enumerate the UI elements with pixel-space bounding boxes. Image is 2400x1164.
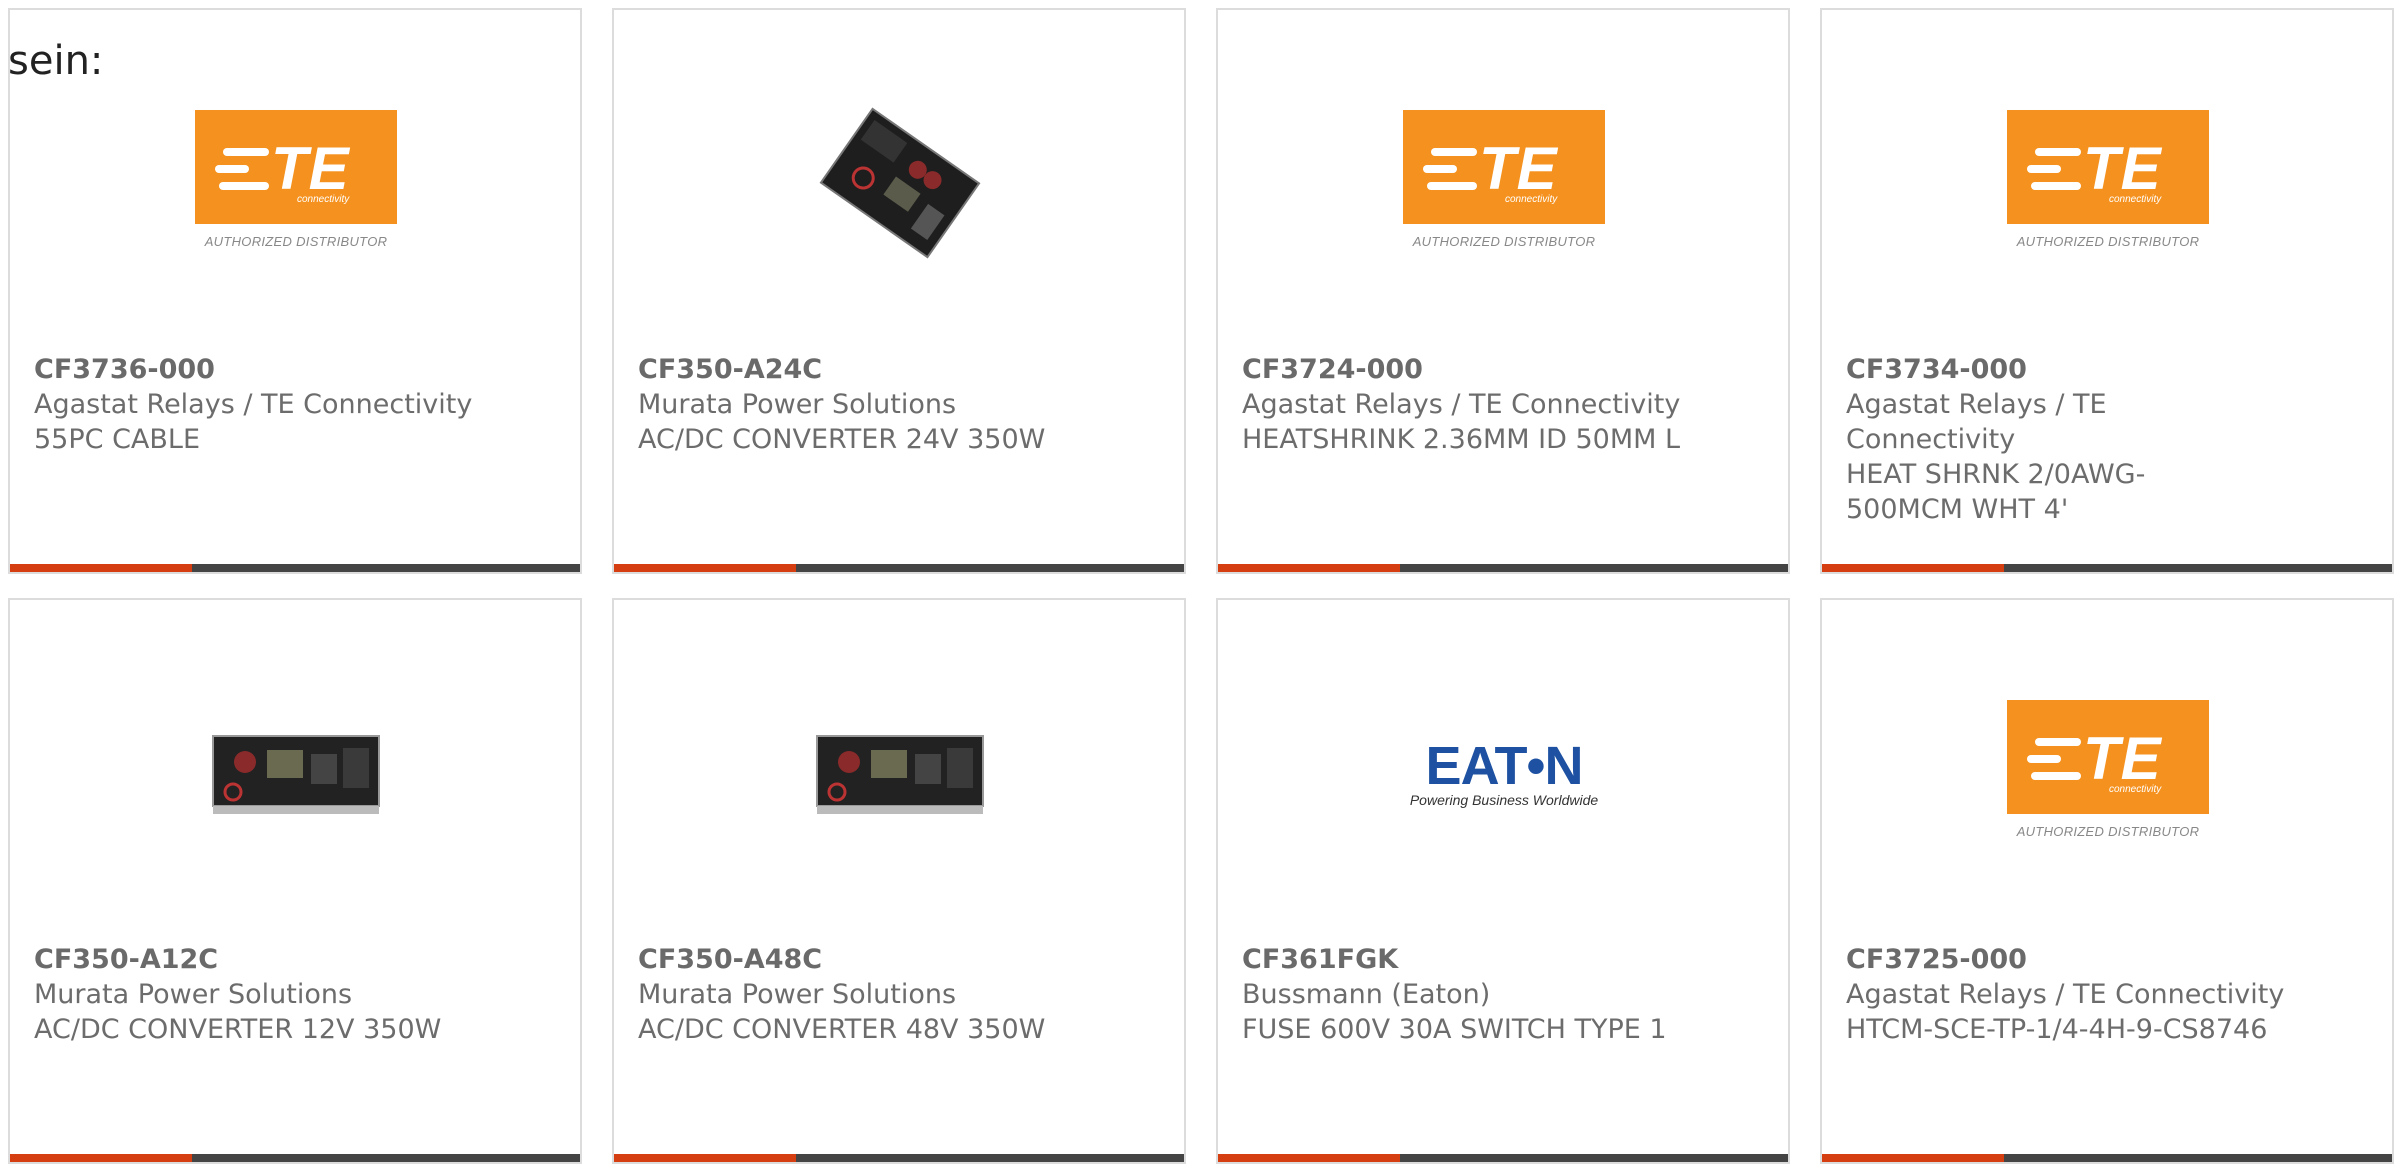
- product-card[interactable]: CF350-A48C Murata Power Solutions AC/DC …: [612, 598, 1186, 1164]
- power-supply-board-image: [797, 80, 1003, 286]
- product-card[interactable]: TE connectivity AUTHORIZED DISTRIBUTOR C…: [1820, 8, 2394, 574]
- description: HEAT SHRNK 2/0AWG-500MCM WHT 4': [1846, 459, 2146, 525]
- intro-text: sein:: [8, 38, 104, 84]
- product-grid: TE connectivity AUTHORIZED DISTRIBUTOR C…: [0, 0, 2400, 1164]
- manufacturer: Bussmann (Eaton): [1242, 979, 1491, 1010]
- description: AC/DC CONVERTER 24V 350W: [638, 424, 1046, 455]
- description: 55PC CABLE: [34, 424, 201, 455]
- part-number[interactable]: CF3724-000: [1242, 352, 1762, 387]
- eaton-logo: EAT•N Powering Business Worldwide: [1409, 736, 1599, 808]
- product-card[interactable]: TE connectivity AUTHORIZED DISTRIBUTOR C…: [8, 8, 582, 574]
- description: AC/DC CONVERTER 48V 350W: [638, 1014, 1046, 1045]
- manufacturer: Murata Power Solutions: [34, 979, 353, 1010]
- card-bottom-bar: [1822, 564, 2392, 572]
- card-bottom-bar: [10, 564, 580, 572]
- card-bottom-bar: [614, 564, 1184, 572]
- manufacturer: Agastat Relays / TE Connectivity: [34, 389, 473, 420]
- part-number[interactable]: CF350-A12C: [34, 942, 554, 977]
- product-card[interactable]: TE connectivity AUTHORIZED DISTRIBUTOR C…: [1820, 598, 2394, 1164]
- part-number[interactable]: CF361FGK: [1242, 942, 1762, 977]
- power-supply-board-image: [193, 670, 399, 876]
- part-number[interactable]: CF3725-000: [1846, 942, 2366, 977]
- product-card[interactable]: TE connectivity AUTHORIZED DISTRIBUTOR C…: [1216, 8, 1790, 574]
- part-number[interactable]: CF3734-000: [1846, 352, 2246, 387]
- te-connectivity-logo: TE connectivity AUTHORIZED DISTRIBUTOR: [2005, 80, 2211, 286]
- te-connectivity-logo: TE connectivity AUTHORIZED DISTRIBUTOR: [193, 80, 399, 286]
- card-bottom-bar: [1218, 564, 1788, 572]
- part-number[interactable]: CF350-A24C: [638, 352, 1158, 387]
- description: HEATSHRINK 2.36MM ID 50MM L: [1242, 424, 1681, 455]
- description: HTCM-SCE-TP-1/4-4H-9-CS8746: [1846, 1014, 2268, 1045]
- part-number[interactable]: CF3736-000: [34, 352, 554, 387]
- manufacturer: Agastat Relays / TE Connectivity: [1846, 979, 2285, 1010]
- te-connectivity-logo: TE connectivity AUTHORIZED DISTRIBUTOR: [2005, 670, 2211, 876]
- product-card[interactable]: CF350-A12C Murata Power Solutions AC/DC …: [8, 598, 582, 1164]
- manufacturer: Murata Power Solutions: [638, 389, 957, 420]
- manufacturer: Agastat Relays / TE Connectivity: [1846, 389, 2107, 455]
- description: FUSE 600V 30A SWITCH TYPE 1: [1242, 1014, 1667, 1045]
- product-card[interactable]: CF350-A24C Murata Power Solutions AC/DC …: [612, 8, 1186, 574]
- description: AC/DC CONVERTER 12V 350W: [34, 1014, 442, 1045]
- te-connectivity-logo: TE connectivity AUTHORIZED DISTRIBUTOR: [1401, 80, 1607, 286]
- manufacturer: Murata Power Solutions: [638, 979, 957, 1010]
- product-card[interactable]: EAT•N Powering Business Worldwide CF361F…: [1216, 598, 1790, 1164]
- part-number[interactable]: CF350-A48C: [638, 942, 1158, 977]
- power-supply-board-image: [797, 670, 1003, 876]
- manufacturer: Agastat Relays / TE Connectivity: [1242, 389, 1681, 420]
